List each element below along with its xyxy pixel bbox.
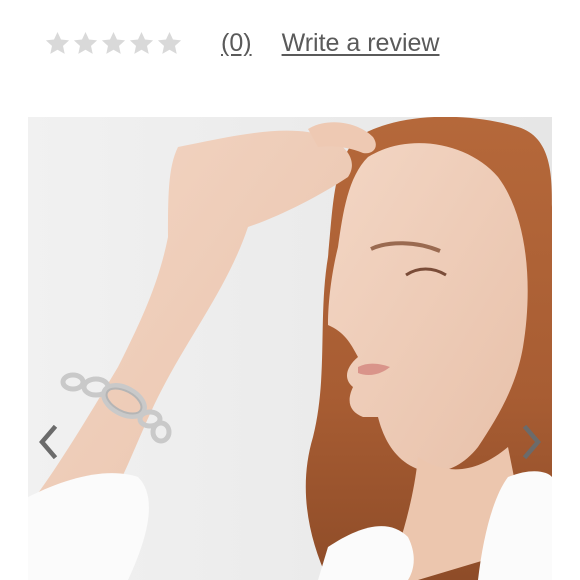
star-icon	[45, 31, 70, 54]
star-icon	[73, 31, 98, 54]
model-wearing-silver-link-bracelet-photo	[28, 117, 552, 580]
carousel-prev-button[interactable]	[28, 417, 68, 467]
chevron-right-icon	[522, 425, 541, 459]
star-rating	[44, 30, 183, 57]
product-image-carousel[interactable]	[28, 117, 552, 580]
write-review-link[interactable]: Write a review	[282, 29, 440, 58]
carousel-next-button[interactable]	[512, 417, 552, 467]
product-page: (0) Write a review	[0, 0, 580, 580]
star-icon	[101, 31, 126, 54]
review-count-link[interactable]: (0)	[221, 29, 252, 58]
star-icon	[129, 31, 154, 54]
star-icon	[157, 31, 182, 54]
rating-row: (0) Write a review	[44, 22, 439, 64]
chevron-left-icon	[39, 425, 58, 459]
